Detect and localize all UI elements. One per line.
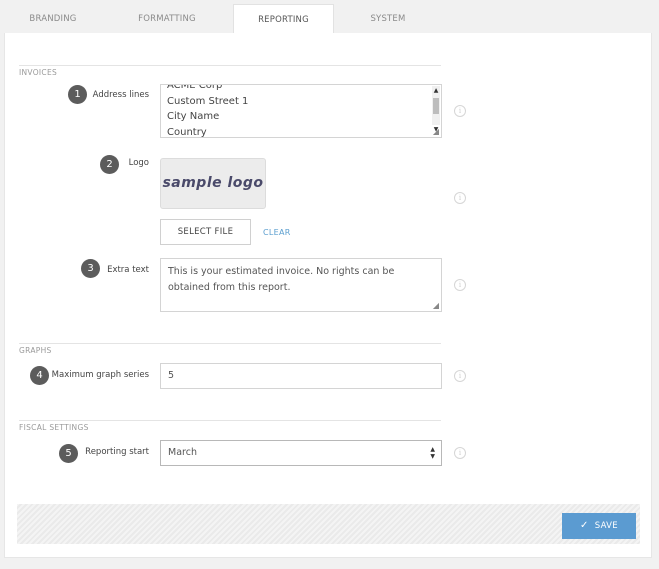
tab-system[interactable]: SYSTEM bbox=[338, 4, 438, 34]
section-fiscal-settings: FISCAL SETTINGS bbox=[19, 415, 441, 432]
tab-reporting[interactable]: REPORTING bbox=[233, 4, 334, 35]
extra-text-label: Extra text bbox=[107, 265, 149, 275]
extra-text-field[interactable]: This is your estimated invoice. No right… bbox=[160, 258, 442, 312]
step-badge: 4 bbox=[30, 366, 49, 385]
section-title: GRAPHS bbox=[19, 346, 58, 355]
info-icon[interactable]: i bbox=[454, 192, 466, 204]
info-icon[interactable]: i bbox=[454, 279, 466, 291]
check-icon: ✓ bbox=[580, 520, 589, 531]
tab-formatting[interactable]: FORMATTING bbox=[117, 4, 217, 34]
step-badge: 2 bbox=[100, 155, 119, 174]
resize-handle-icon[interactable]: ◢ bbox=[432, 128, 440, 136]
settings-panel: INVOICES 1 Address lines ACME Corp Custo… bbox=[4, 33, 652, 558]
reporting-start-label: Reporting start bbox=[85, 447, 149, 457]
info-icon[interactable]: i bbox=[454, 370, 466, 382]
logo-label: Logo bbox=[128, 158, 149, 168]
section-graphs: GRAPHS bbox=[19, 338, 441, 355]
reporting-start-value: March bbox=[168, 447, 197, 458]
tab-bar: BRANDING FORMATTING REPORTING SYSTEM bbox=[4, 4, 652, 35]
section-title: INVOICES bbox=[19, 68, 64, 77]
clear-logo-link[interactable]: CLEAR bbox=[263, 228, 291, 237]
save-button[interactable]: ✓ SAVE bbox=[562, 513, 636, 539]
address-line: City Name bbox=[167, 111, 220, 122]
step-badge: 3 bbox=[81, 259, 100, 278]
max-graph-series-label: Maximum graph series bbox=[51, 370, 149, 380]
resize-handle-icon[interactable]: ◢ bbox=[432, 302, 440, 310]
address-lines-field[interactable]: ACME Corp Custom Street 1 City Name Coun… bbox=[160, 84, 442, 138]
address-line: Custom Street 1 bbox=[167, 95, 249, 107]
address-scrollbar[interactable]: ▲ ▼ bbox=[432, 86, 440, 133]
address-line: ACME Corp bbox=[167, 84, 223, 91]
logo-image: sample logo bbox=[162, 175, 264, 191]
tab-branding[interactable]: BRANDING bbox=[4, 4, 102, 34]
step-badge: 1 bbox=[68, 85, 87, 104]
address-line: Country bbox=[167, 126, 207, 138]
form-footer: ✓ SAVE bbox=[17, 504, 640, 544]
info-icon[interactable]: i bbox=[454, 447, 466, 459]
max-graph-series-input[interactable]: 5 bbox=[160, 363, 442, 389]
select-arrows-icon: ▲ ▼ bbox=[430, 446, 435, 460]
scroll-thumb[interactable] bbox=[433, 98, 439, 114]
address-lines-label: Address lines bbox=[92, 90, 149, 100]
reporting-start-select[interactable]: March ▲ ▼ bbox=[160, 440, 442, 466]
step-badge: 5 bbox=[59, 444, 78, 463]
section-invoices: INVOICES bbox=[19, 60, 441, 77]
section-title: FISCAL SETTINGS bbox=[19, 423, 95, 432]
info-icon[interactable]: i bbox=[454, 105, 466, 117]
select-file-button[interactable]: SELECT FILE bbox=[160, 219, 251, 245]
extra-text-value: This is your estimated invoice. No right… bbox=[168, 266, 395, 293]
save-label: SAVE bbox=[594, 521, 618, 531]
scroll-up-icon[interactable]: ▲ bbox=[432, 86, 440, 96]
logo-preview: sample logo bbox=[160, 158, 266, 209]
